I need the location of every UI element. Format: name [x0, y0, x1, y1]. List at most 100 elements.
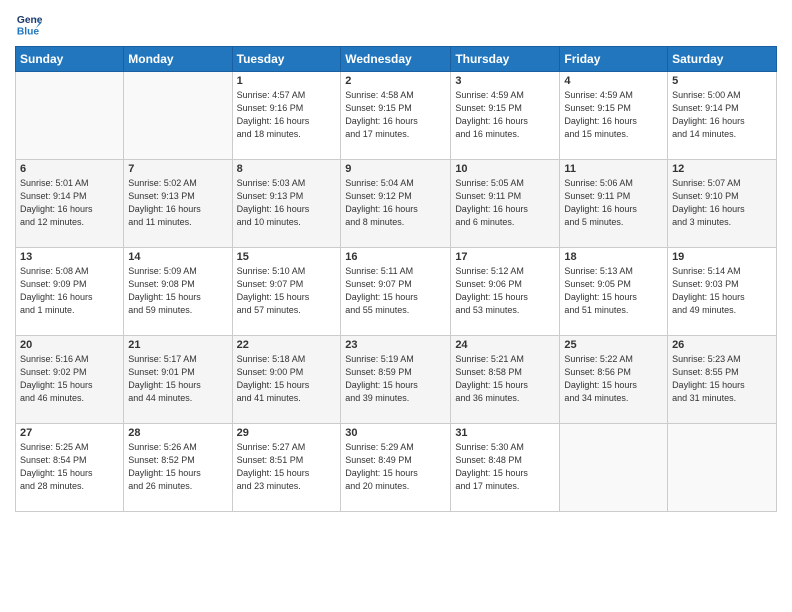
day-info: Sunrise: 5:04 AM Sunset: 9:12 PM Dayligh…	[345, 177, 446, 229]
day-info: Sunrise: 5:27 AM Sunset: 8:51 PM Dayligh…	[237, 441, 337, 493]
day-number: 15	[237, 251, 337, 263]
calendar-cell: 5 Sunrise: 5:00 AM Sunset: 9:14 PM Daylig…	[668, 72, 777, 160]
day-number: 28	[128, 427, 227, 439]
day-number: 23	[345, 339, 446, 351]
calendar-cell	[668, 424, 777, 512]
calendar-cell: 7 Sunrise: 5:02 AM Sunset: 9:13 PM Daylig…	[124, 160, 232, 248]
day-info: Sunrise: 5:09 AM Sunset: 9:08 PM Dayligh…	[128, 265, 227, 317]
calendar-cell: 12 Sunrise: 5:07 AM Sunset: 9:10 PM Dayli…	[668, 160, 777, 248]
calendar-cell: 3Sunrise: 4:59 AM Sunset: 9:15 PM Daylig…	[451, 72, 560, 160]
calendar-cell: 13 Sunrise: 5:08 AM Sunset: 9:09 PM Dayli…	[16, 248, 124, 336]
weekday-friday: Friday	[560, 47, 668, 72]
calendar-cell: 6 Sunrise: 5:01 AM Sunset: 9:14 PM Daylig…	[16, 160, 124, 248]
day-info: Sunrise: 5:30 AM Sunset: 8:48 PM Dayligh…	[455, 441, 555, 493]
calendar-cell: 27Sunrise: 5:25 AM Sunset: 8:54 PM Dayli…	[16, 424, 124, 512]
day-info: Sunrise: 4:59 AM Sunset: 9:15 PM Dayligh…	[564, 89, 663, 141]
calendar-cell: 14 Sunrise: 5:09 AM Sunset: 9:08 PM Dayli…	[124, 248, 232, 336]
day-info: Sunrise: 5:10 AM Sunset: 9:07 PM Dayligh…	[237, 265, 337, 317]
day-number: 18	[564, 251, 663, 263]
calendar-cell: 18 Sunrise: 5:13 AM Sunset: 9:05 PM Dayli…	[560, 248, 668, 336]
calendar-cell: 11Sunrise: 5:06 AM Sunset: 9:11 PM Dayli…	[560, 160, 668, 248]
day-number: 11	[564, 163, 663, 175]
calendar-row-2: 6 Sunrise: 5:01 AM Sunset: 9:14 PM Daylig…	[16, 160, 777, 248]
calendar-row-4: 20 Sunrise: 5:16 AM Sunset: 9:02 PM Dayli…	[16, 336, 777, 424]
calendar-cell: 15 Sunrise: 5:10 AM Sunset: 9:07 PM Dayli…	[232, 248, 341, 336]
day-number: 8	[237, 163, 337, 175]
day-number: 14	[128, 251, 227, 263]
calendar-cell: 8 Sunrise: 5:03 AM Sunset: 9:13 PM Daylig…	[232, 160, 341, 248]
day-number: 31	[455, 427, 555, 439]
calendar-cell: 22 Sunrise: 5:18 AM Sunset: 9:00 PM Dayli…	[232, 336, 341, 424]
day-number: 10	[455, 163, 555, 175]
day-number: 30	[345, 427, 446, 439]
calendar-cell: 31 Sunrise: 5:30 AM Sunset: 8:48 PM Dayli…	[451, 424, 560, 512]
weekday-monday: Monday	[124, 47, 232, 72]
calendar-cell: 16Sunrise: 5:11 AM Sunset: 9:07 PM Dayli…	[341, 248, 451, 336]
day-info: Sunrise: 5:29 AM Sunset: 8:49 PM Dayligh…	[345, 441, 446, 493]
day-number: 27	[20, 427, 119, 439]
day-number: 6	[20, 163, 119, 175]
day-number: 19	[672, 251, 772, 263]
day-number: 25	[564, 339, 663, 351]
calendar-cell: 19 Sunrise: 5:14 AM Sunset: 9:03 PM Dayli…	[668, 248, 777, 336]
calendar-cell: 1 Sunrise: 4:57 AM Sunset: 9:16 PM Daylig…	[232, 72, 341, 160]
logo: General Blue	[15, 10, 46, 38]
calendar-row-3: 13 Sunrise: 5:08 AM Sunset: 9:09 PM Dayli…	[16, 248, 777, 336]
logo-icon: General Blue	[15, 10, 43, 38]
day-info: Sunrise: 5:07 AM Sunset: 9:10 PM Dayligh…	[672, 177, 772, 229]
weekday-thursday: Thursday	[451, 47, 560, 72]
day-info: Sunrise: 5:17 AM Sunset: 9:01 PM Dayligh…	[128, 353, 227, 405]
calendar-row-1: 1 Sunrise: 4:57 AM Sunset: 9:16 PM Daylig…	[16, 72, 777, 160]
day-info: Sunrise: 4:58 AM Sunset: 9:15 PM Dayligh…	[345, 89, 446, 141]
calendar-cell: 9Sunrise: 5:04 AM Sunset: 9:12 PM Daylig…	[341, 160, 451, 248]
calendar-cell: 4 Sunrise: 4:59 AM Sunset: 9:15 PM Daylig…	[560, 72, 668, 160]
day-info: Sunrise: 5:00 AM Sunset: 9:14 PM Dayligh…	[672, 89, 772, 141]
calendar-table: SundayMondayTuesdayWednesdayThursdayFrid…	[15, 46, 777, 512]
day-number: 5	[672, 75, 772, 87]
day-number: 7	[128, 163, 227, 175]
day-info: Sunrise: 5:18 AM Sunset: 9:00 PM Dayligh…	[237, 353, 337, 405]
day-info: Sunrise: 5:13 AM Sunset: 9:05 PM Dayligh…	[564, 265, 663, 317]
day-info: Sunrise: 5:03 AM Sunset: 9:13 PM Dayligh…	[237, 177, 337, 229]
day-info: Sunrise: 5:08 AM Sunset: 9:09 PM Dayligh…	[20, 265, 119, 317]
day-info: Sunrise: 5:02 AM Sunset: 9:13 PM Dayligh…	[128, 177, 227, 229]
day-info: Sunrise: 4:57 AM Sunset: 9:16 PM Dayligh…	[237, 89, 337, 141]
calendar-cell	[16, 72, 124, 160]
day-info: Sunrise: 5:23 AM Sunset: 8:55 PM Dayligh…	[672, 353, 772, 405]
day-info: Sunrise: 5:26 AM Sunset: 8:52 PM Dayligh…	[128, 441, 227, 493]
calendar-cell: 17 Sunrise: 5:12 AM Sunset: 9:06 PM Dayli…	[451, 248, 560, 336]
calendar-cell: 26Sunrise: 5:23 AM Sunset: 8:55 PM Dayli…	[668, 336, 777, 424]
day-number: 21	[128, 339, 227, 351]
day-number: 17	[455, 251, 555, 263]
calendar-row-5: 27Sunrise: 5:25 AM Sunset: 8:54 PM Dayli…	[16, 424, 777, 512]
day-number: 29	[237, 427, 337, 439]
day-info: Sunrise: 5:12 AM Sunset: 9:06 PM Dayligh…	[455, 265, 555, 317]
weekday-tuesday: Tuesday	[232, 47, 341, 72]
day-number: 12	[672, 163, 772, 175]
day-info: Sunrise: 5:22 AM Sunset: 8:56 PM Dayligh…	[564, 353, 663, 405]
calendar-cell: 10Sunrise: 5:05 AM Sunset: 9:11 PM Dayli…	[451, 160, 560, 248]
day-info: Sunrise: 5:01 AM Sunset: 9:14 PM Dayligh…	[20, 177, 119, 229]
calendar-cell	[560, 424, 668, 512]
day-number: 4	[564, 75, 663, 87]
svg-text:Blue: Blue	[17, 26, 40, 37]
day-number: 16	[345, 251, 446, 263]
page: General Blue SundayMondayTuesdayWednesda…	[0, 0, 792, 612]
calendar-cell: 23 Sunrise: 5:19 AM Sunset: 8:59 PM Dayli…	[341, 336, 451, 424]
day-number: 22	[237, 339, 337, 351]
day-number: 20	[20, 339, 119, 351]
calendar-cell: 25 Sunrise: 5:22 AM Sunset: 8:56 PM Dayli…	[560, 336, 668, 424]
day-number: 1	[237, 75, 337, 87]
weekday-saturday: Saturday	[668, 47, 777, 72]
calendar-cell: 21 Sunrise: 5:17 AM Sunset: 9:01 PM Dayli…	[124, 336, 232, 424]
calendar-cell	[124, 72, 232, 160]
day-info: Sunrise: 5:14 AM Sunset: 9:03 PM Dayligh…	[672, 265, 772, 317]
weekday-header-row: SundayMondayTuesdayWednesdayThursdayFrid…	[16, 47, 777, 72]
day-info: Sunrise: 5:16 AM Sunset: 9:02 PM Dayligh…	[20, 353, 119, 405]
calendar-cell: 2 Sunrise: 4:58 AM Sunset: 9:15 PM Daylig…	[341, 72, 451, 160]
day-info: Sunrise: 5:19 AM Sunset: 8:59 PM Dayligh…	[345, 353, 446, 405]
day-number: 13	[20, 251, 119, 263]
calendar-cell: 30 Sunrise: 5:29 AM Sunset: 8:49 PM Dayli…	[341, 424, 451, 512]
day-number: 2	[345, 75, 446, 87]
day-number: 3	[455, 75, 555, 87]
